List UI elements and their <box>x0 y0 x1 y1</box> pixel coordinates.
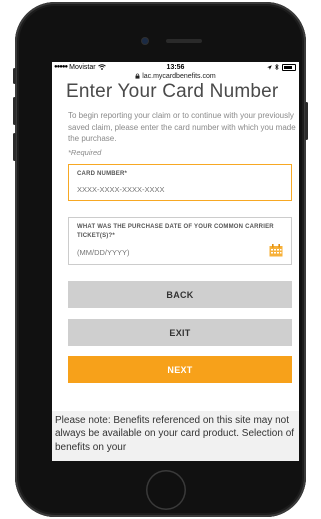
power-button <box>305 102 308 140</box>
volume-up-button <box>13 97 16 125</box>
bluetooth-icon <box>275 64 279 70</box>
status-time: 13:56 <box>166 63 185 71</box>
required-note: *Required <box>68 148 102 157</box>
intro-text: To begin reporting your claim or to cont… <box>68 111 296 143</box>
phone-frame: ●●●●● Movistar 13:56 lac.mycardbenefits.… <box>13 2 308 517</box>
purchase-date-field[interactable]: WHAT WAS THE PURCHASE DATE OF YOUR COMMO… <box>68 217 292 265</box>
card-number-input[interactable] <box>77 185 247 194</box>
page-title: Enter Your Card Number <box>66 81 279 102</box>
address-bar[interactable]: lac.mycardbenefits.com <box>52 72 299 81</box>
screen: ●●●●● Movistar 13:56 lac.mycardbenefits.… <box>52 62 299 461</box>
home-button[interactable] <box>146 470 186 510</box>
volume-down-button <box>13 133 16 161</box>
front-camera <box>142 38 148 44</box>
card-number-field[interactable]: CARD NUMBER* <box>68 164 292 201</box>
purchase-date-input[interactable] <box>77 248 247 257</box>
card-number-label: CARD NUMBER* <box>77 171 128 177</box>
status-bar: ●●●●● Movistar 13:56 <box>52 62 299 72</box>
earpiece-speaker <box>166 39 202 43</box>
back-button[interactable]: BACK <box>68 281 292 308</box>
page-content: Enter Your Card Number To begin reportin… <box>52 81 299 411</box>
purchase-date-label: WHAT WAS THE PURCHASE DATE OF YOUR COMMO… <box>77 224 274 239</box>
calendar-icon[interactable] <box>269 244 283 257</box>
mute-switch <box>13 68 16 84</box>
benefits-note: Please note: Benefits referenced on this… <box>52 411 299 461</box>
next-button[interactable]: NEXT <box>68 356 292 383</box>
battery-icon <box>282 63 296 71</box>
location-arrow-icon <box>267 64 272 70</box>
url-text: lac.mycardbenefits.com <box>142 73 216 80</box>
exit-button[interactable]: EXIT <box>68 319 292 346</box>
lock-icon <box>135 72 140 79</box>
